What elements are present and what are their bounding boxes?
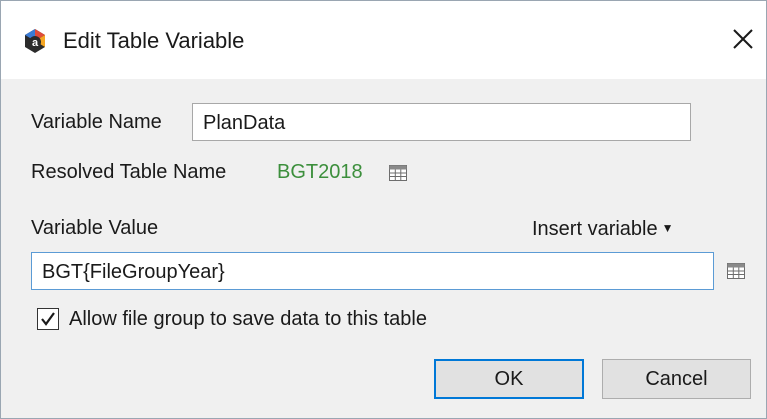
close-icon[interactable] [729, 23, 757, 55]
variable-value-label: Variable Value [31, 217, 159, 239]
dialog-title: Edit Table Variable [63, 28, 245, 53]
svg-text:a: a [32, 37, 39, 49]
allow-save-checkbox[interactable] [37, 308, 59, 330]
table-picker-icon[interactable] [727, 263, 745, 279]
insert-variable-dropdown[interactable]: Insert variable ▼ [532, 214, 674, 243]
ok-button[interactable]: OK [434, 359, 584, 399]
insert-variable-label: Insert variable [532, 218, 658, 240]
resolved-table-label: Resolved Table Name [31, 161, 227, 183]
app-logo-icon: a [25, 29, 45, 53]
variable-name-label: Variable Name [31, 111, 162, 133]
cancel-button[interactable]: Cancel [602, 359, 751, 399]
edit-table-variable-dialog: a Edit Table Variable Variable Name Plan… [0, 0, 767, 419]
table-icon[interactable] [389, 165, 407, 181]
checkmark-icon [41, 312, 55, 326]
caret-down-icon: ▼ [661, 221, 674, 235]
title-bar: a Edit Table Variable [1, 1, 766, 79]
variable-name-field[interactable]: PlanData [192, 103, 691, 141]
dialog-body: Variable Name PlanData Resolved Table Na… [1, 79, 766, 418]
allow-save-label: Allow file group to save data to this ta… [69, 308, 427, 330]
variable-value-field[interactable]: BGT{FileGroupYear} [31, 252, 714, 290]
resolved-table-value: BGT2018 [277, 161, 363, 183]
